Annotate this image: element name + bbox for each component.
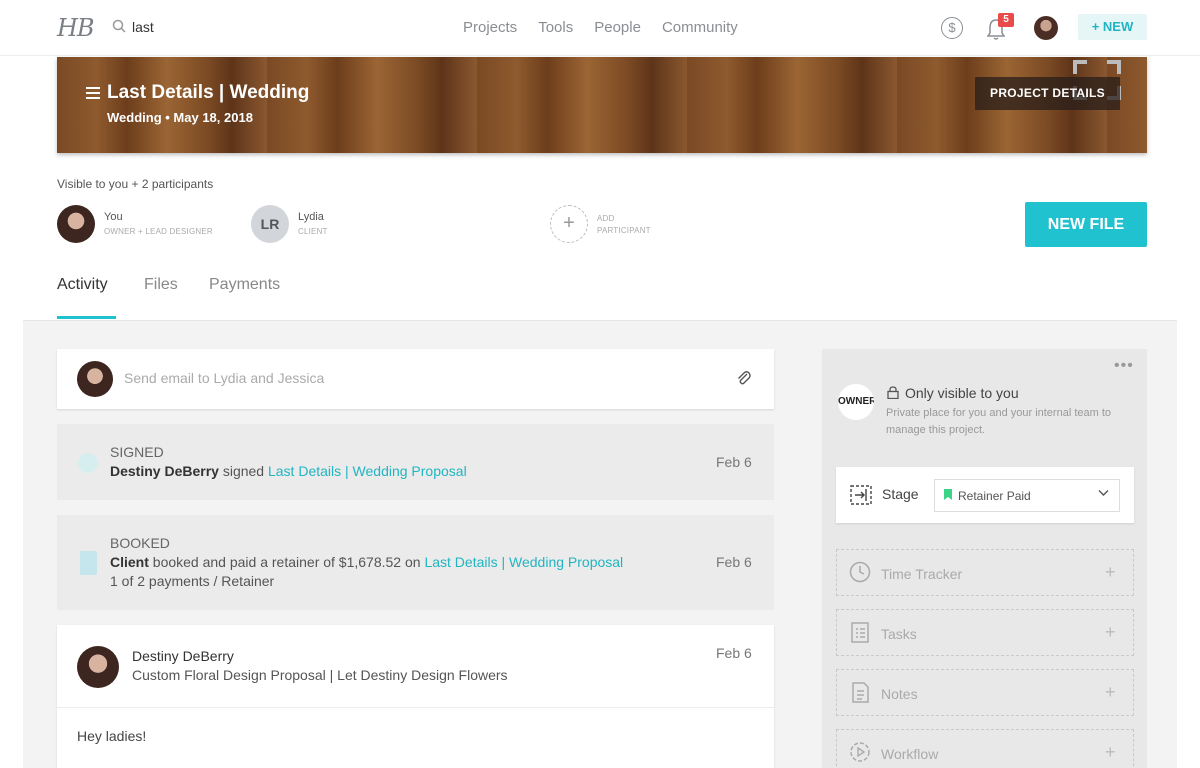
owner-badge: OWNER [838,384,874,420]
add-icon[interactable]: + [1105,562,1116,583]
composer-avatar [77,361,113,397]
main-nav-links: Projects Tools People Community [463,19,738,36]
attachment-icon[interactable] [735,369,751,387]
proposal-link[interactable]: Last Details | Wedding Proposal [268,463,467,479]
nav-link-people[interactable]: People [594,19,641,36]
top-nav: HB last Projects Tools People Community … [0,0,1200,56]
message-sender: Destiny DeBerry [132,648,234,664]
add-participant-label-2: PARTICIPANT [597,226,651,235]
stage-value: Retainer Paid [958,489,1031,503]
participant-role-you: OWNER + LEAD DESIGNER [104,227,213,236]
private-note: Private place for you and your internal … [886,407,1112,436]
message-date: Feb 6 [716,645,752,661]
activity-description: Destiny DeBerry signed Last Details | We… [110,463,467,479]
activity-actor: Destiny DeBerry [110,463,219,479]
tab-activity[interactable]: Activity [57,276,108,294]
nav-link-community[interactable]: Community [662,19,738,36]
participant-name-you: You [104,211,123,223]
proposal-link[interactable]: Last Details | Wedding Proposal [424,554,623,570]
message-body: Hey ladies! [77,728,147,744]
visibility-text: Visible to you + 2 participants [57,177,214,191]
search-input[interactable]: last [132,19,154,35]
participant-avatar-you[interactable] [57,205,95,243]
clock-icon [849,561,871,583]
add-icon[interactable]: + [1105,682,1116,703]
stage-icon [850,485,872,505]
tool-label: Tasks [881,626,917,642]
new-button[interactable]: + NEW [1078,14,1147,40]
signature-icon [78,453,98,473]
bookmark-icon [944,489,952,500]
message-divider [57,707,774,708]
email-input[interactable]: Send email to Lydia and Jessica [124,370,324,386]
tool-label: Time Tracker [881,566,963,582]
chevron-down-icon[interactable] [1098,489,1109,497]
activity-type: BOOKED [110,535,170,551]
activity-type: SIGNED [110,444,164,460]
activity-date: Feb 6 [716,554,752,570]
activity-actor: Client [110,554,149,570]
add-icon[interactable]: + [1105,622,1116,643]
participant-role-lydia: CLIENT [298,227,328,236]
nav-link-tools[interactable]: Tools [538,19,573,36]
only-visible-heading: Only visible to you [905,385,1019,401]
activity-verb: booked and paid a retainer of $1,678.52 … [148,554,425,570]
notes-icon [852,682,869,703]
message-subject[interactable]: Custom Floral Design Proposal | Let Dest… [132,667,508,683]
participant-avatar-lydia[interactable]: LR [251,205,289,243]
menu-icon[interactable] [86,86,102,99]
document-icon [80,551,97,575]
logo[interactable]: HB [57,14,95,42]
payments-icon[interactable]: $ [941,17,963,39]
more-options-icon[interactable]: ••• [1114,357,1134,375]
stage-label: Stage [882,486,919,502]
search-icon[interactable] [112,19,126,33]
activity-verb: signed [218,463,268,479]
activity-description: Client booked and paid a retainer of $1,… [110,554,623,570]
project-subtitle: Wedding • May 18, 2018 [107,110,253,125]
participant-name-lydia: Lydia [298,211,324,223]
activity-detail: 1 of 2 payments / Retainer [110,573,275,589]
add-icon[interactable]: + [1105,742,1116,763]
checklist-icon [851,622,869,643]
add-participant-label: ADD [597,214,615,223]
tool-label: Notes [881,686,918,702]
new-file-button[interactable]: NEW FILE [1025,202,1147,247]
project-details-button[interactable]: PROJECT DETAILS [975,77,1120,110]
notification-badge: 5 [998,13,1014,27]
activity-date: Feb 6 [716,454,752,470]
tab-files[interactable]: Files [144,276,178,294]
project-title: Last Details | Wedding [107,82,310,103]
add-participant-button[interactable]: + [550,205,588,243]
tab-payments[interactable]: Payments [209,276,280,294]
workflow-icon [850,742,870,762]
user-avatar[interactable] [1034,16,1058,40]
sender-avatar [77,646,119,688]
message-card[interactable] [57,625,774,768]
lock-icon [887,386,899,399]
nav-link-projects[interactable]: Projects [463,19,517,36]
active-tab-indicator [57,316,116,319]
tool-label: Workflow [881,746,939,762]
activity-item-signed [57,424,774,500]
